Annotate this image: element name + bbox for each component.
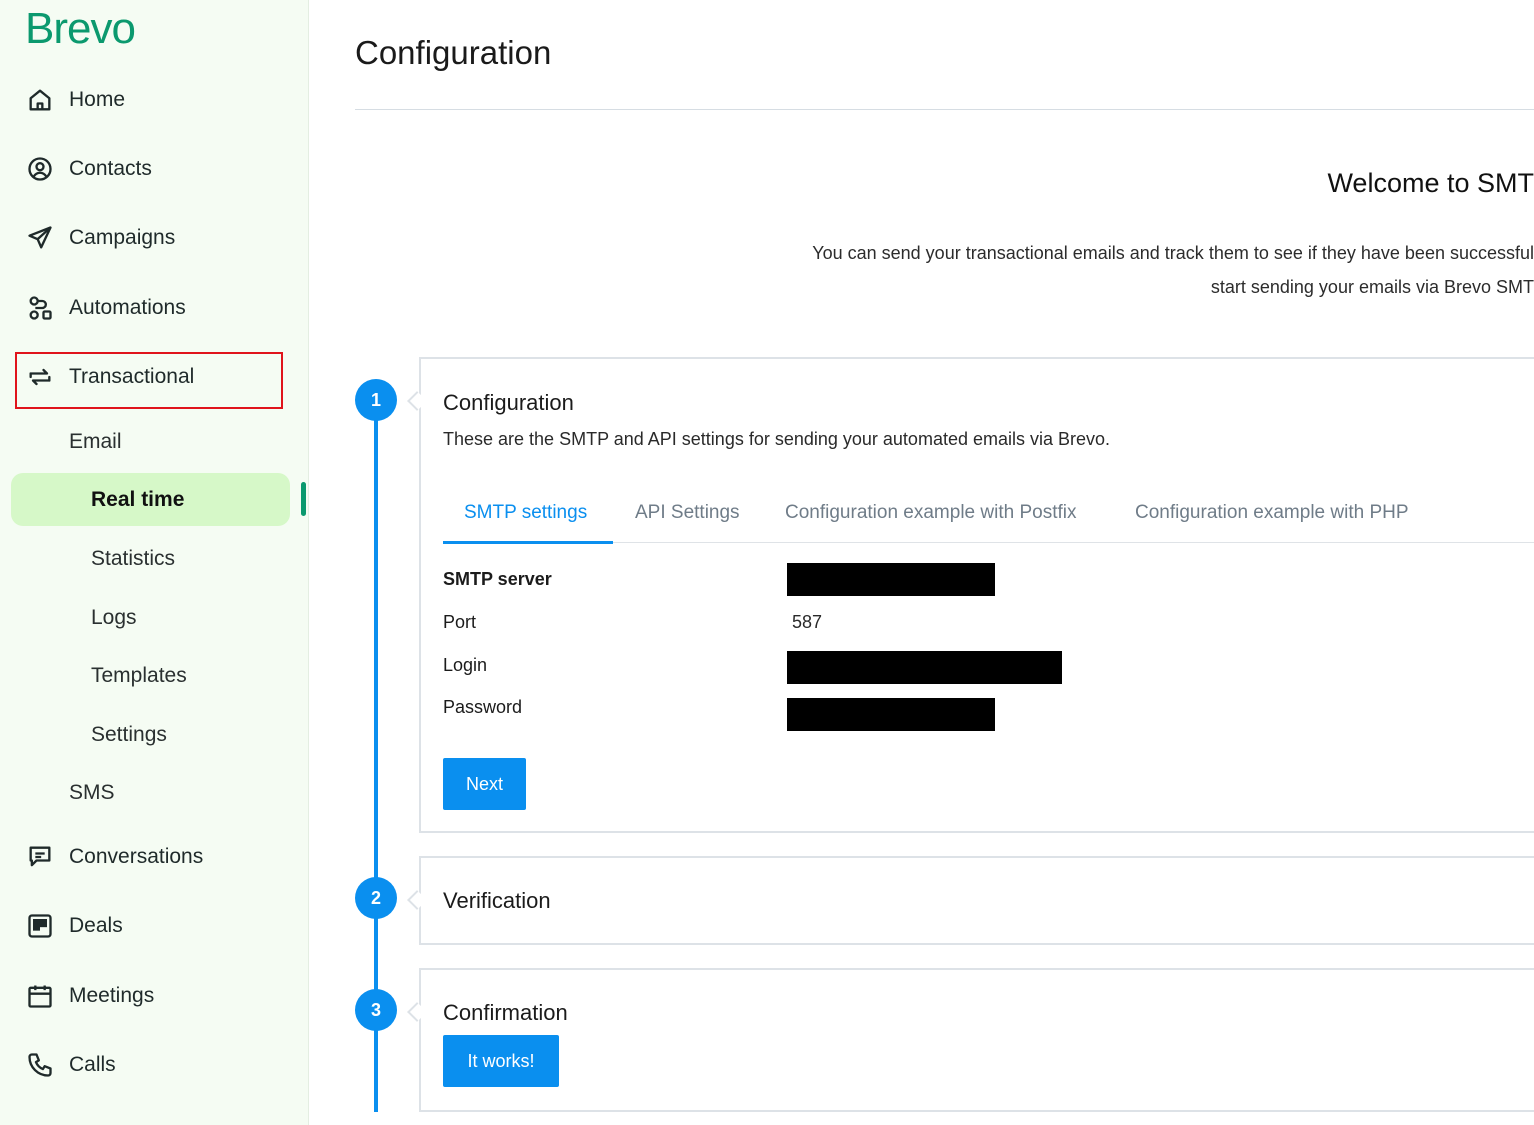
- sidebar-item-email[interactable]: Email: [69, 422, 122, 462]
- sidebar-item-label: Deals: [69, 914, 123, 937]
- sidebar-item-conversations[interactable]: Conversations: [24, 837, 203, 877]
- sidebar-item-label: Statistics: [91, 547, 176, 570]
- sidebar-item-templates[interactable]: Templates: [91, 656, 187, 696]
- step-title-configuration: Configuration: [443, 390, 574, 415]
- automation-icon: [24, 292, 56, 324]
- sidebar-item-logs[interactable]: Logs: [91, 598, 137, 638]
- sidebar-item-meetings[interactable]: Meetings: [24, 976, 154, 1016]
- calendar-icon: [24, 980, 56, 1012]
- contacts-icon: [24, 153, 56, 185]
- sidebar-item-deals[interactable]: Deals: [24, 906, 123, 946]
- sidebar-item-statistics[interactable]: Statistics: [91, 539, 175, 579]
- sidebar-item-automations[interactable]: Automations: [24, 288, 186, 328]
- sidebar-item-label: Email: [69, 430, 122, 453]
- sidebar-item-label: Campaigns: [69, 226, 176, 249]
- sidebar-item-campaigns[interactable]: Campaigns: [24, 218, 175, 258]
- step-card-confirmation: [419, 968, 1534, 1112]
- sidebar-item-real-time[interactable]: Real time: [91, 480, 184, 520]
- page-title: Configuration: [355, 34, 552, 71]
- chat-icon: [24, 841, 56, 873]
- annotation-highlight-box: [15, 352, 283, 409]
- board-icon: [24, 910, 56, 942]
- step-number-1: 1: [355, 379, 397, 421]
- sidebar-item-label: Contacts: [69, 157, 152, 180]
- step-number-2: 2: [355, 877, 397, 919]
- sidebar-item-label: Settings: [91, 723, 167, 746]
- login-value-redacted: [787, 651, 1062, 684]
- smtp-server-label: SMTP server: [443, 569, 552, 589]
- sidebar-item-label: Calls: [69, 1053, 116, 1076]
- sidebar-item-home[interactable]: Home: [24, 80, 125, 120]
- sidebar-item-sms[interactable]: SMS: [69, 773, 115, 813]
- tab-config-php[interactable]: Configuration example with PHP: [1135, 502, 1409, 524]
- sidebar-item-settings[interactable]: Settings: [91, 715, 167, 755]
- sidebar-item-label: Home: [69, 88, 126, 111]
- intro-text-line-2: start sending your emails via Brevo SMT: [1210, 277, 1534, 297]
- step-title-confirmation: Confirmation: [443, 1000, 568, 1025]
- sidebar-item-label: Meetings: [69, 984, 155, 1007]
- port-label: Port: [443, 612, 477, 632]
- step-card-verification: [419, 856, 1534, 945]
- welcome-heading: Welcome to SMT: [1327, 168, 1534, 198]
- smtp-server-value-redacted: [787, 563, 995, 596]
- login-label: Login: [443, 655, 488, 675]
- tab-config-postfix[interactable]: Configuration example with Postfix: [785, 502, 1076, 524]
- sidebar-item-calls[interactable]: Calls: [24, 1045, 116, 1085]
- sidebar-item-label: Automations: [69, 296, 186, 319]
- port-value: 587: [792, 612, 823, 632]
- password-label: Password: [443, 697, 523, 717]
- next-button[interactable]: Next: [443, 758, 526, 810]
- step-description: These are the SMTP and API settings for …: [443, 429, 1111, 449]
- active-indicator: [301, 482, 306, 516]
- password-value-redacted: [787, 698, 995, 731]
- sidebar-item-label: Templates: [91, 664, 187, 687]
- divider: [355, 109, 1534, 110]
- sidebar: Brevo Home Contacts Campaigns Automation…: [0, 0, 309, 1125]
- intro-text-line-1: You can send your transactional emails a…: [812, 243, 1534, 263]
- step-title-verification: Verification: [443, 888, 551, 913]
- sidebar-item-label: Real time: [91, 488, 185, 511]
- active-tab-indicator: [443, 541, 613, 544]
- brevo-logo[interactable]: Brevo: [25, 4, 136, 54]
- sidebar-item-label: Conversations: [69, 845, 204, 868]
- home-icon: [24, 84, 56, 116]
- paper-plane-icon: [24, 222, 56, 254]
- tab-smtp-settings[interactable]: SMTP settings: [464, 502, 587, 524]
- it-works-button[interactable]: It works!: [443, 1035, 559, 1087]
- tab-api-settings[interactable]: API Settings: [635, 502, 740, 524]
- step-number-3: 3: [355, 989, 397, 1031]
- sidebar-item-label: SMS: [69, 781, 115, 804]
- phone-icon: [24, 1049, 56, 1081]
- sidebar-item-label: Logs: [91, 606, 137, 629]
- sidebar-item-contacts[interactable]: Contacts: [24, 149, 152, 189]
